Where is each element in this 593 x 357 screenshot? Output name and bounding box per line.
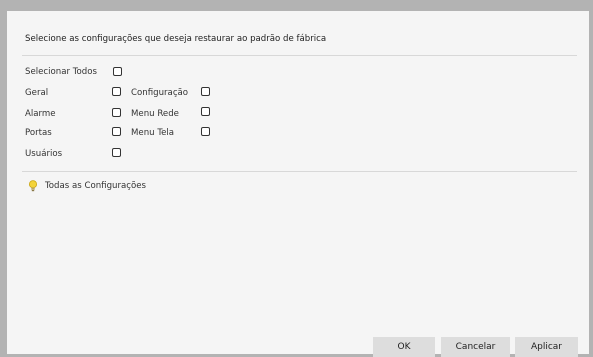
usuarios-label: Usuários — [25, 149, 63, 159]
menu-tela-label: Menu Tela — [131, 128, 175, 138]
portas-checkbox[interactable] — [112, 127, 121, 136]
menu-rede-checkbox[interactable] — [201, 107, 210, 116]
hint-row: Todas as Configurações — [28, 180, 146, 192]
apply-button[interactable]: Aplicar — [515, 337, 578, 357]
alarme-checkbox[interactable] — [112, 108, 121, 117]
menu-tela-checkbox[interactable] — [201, 127, 210, 136]
geral-checkbox[interactable] — [112, 87, 121, 96]
select-all-checkbox[interactable] — [113, 67, 122, 76]
usuarios-checkbox[interactable] — [112, 148, 121, 157]
configuracao-label: Configuração — [131, 88, 189, 98]
divider — [22, 171, 577, 172]
select-all-label: Selecionar Todos — [25, 67, 98, 77]
menu-rede-label: Menu Rede — [131, 109, 179, 119]
configuracao-checkbox[interactable] — [201, 87, 210, 96]
divider — [22, 55, 577, 56]
restore-defaults-dialog: Selecione as configurações que deseja re… — [7, 11, 589, 354]
portas-label: Portas — [25, 128, 52, 138]
hint-text: Todas as Configurações — [45, 181, 147, 191]
ok-button[interactable]: OK — [373, 337, 435, 357]
lightbulb-icon — [29, 180, 37, 192]
cancel-button[interactable]: Cancelar — [441, 337, 510, 357]
geral-label: Geral — [25, 88, 49, 98]
alarme-label: Alarme — [25, 109, 56, 119]
instruction-text: Selecione as configurações que deseja re… — [25, 34, 327, 44]
